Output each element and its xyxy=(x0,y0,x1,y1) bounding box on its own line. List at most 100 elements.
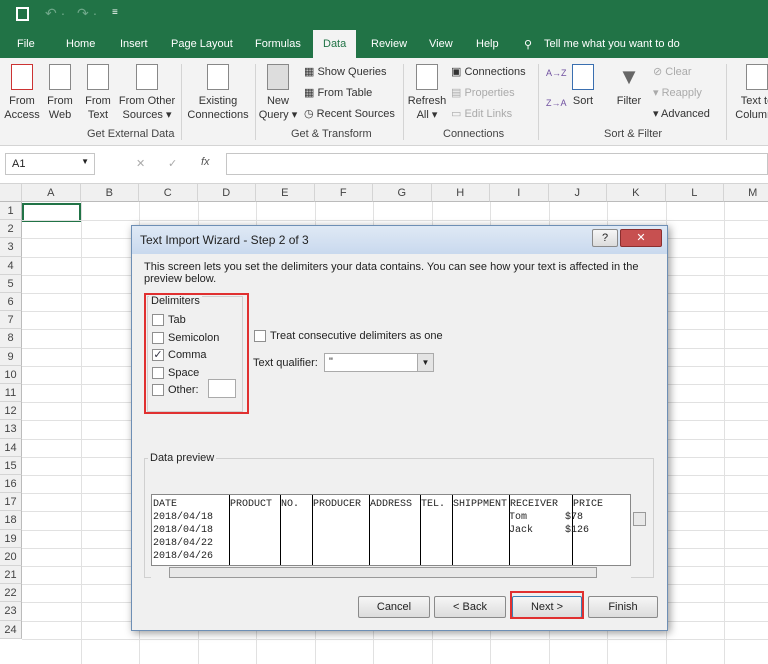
recent-sources-button[interactable]: ◷ Recent Sources xyxy=(304,107,395,120)
undo-icon[interactable]: ↶ · xyxy=(45,5,65,22)
insert-function-icon[interactable]: fx xyxy=(201,156,210,168)
row-header[interactable]: 2 xyxy=(0,220,22,239)
column-header[interactable]: H xyxy=(431,184,490,202)
row-header[interactable]: 15 xyxy=(0,456,22,475)
tab-home[interactable]: Home xyxy=(66,38,95,50)
consecutive-checkbox[interactable] xyxy=(254,330,266,342)
from-table-button[interactable]: ▦ From Table xyxy=(304,86,372,99)
reapply-button[interactable]: ▾ Reapply xyxy=(653,86,702,99)
tell-me-input[interactable]: Tell me what you want to do xyxy=(544,38,680,50)
from-web-button[interactable]: From Web xyxy=(44,64,76,122)
preview-horizontal-scrollbar[interactable] xyxy=(151,566,631,580)
chevron-down-icon[interactable]: ▼ xyxy=(417,354,433,371)
row-header[interactable]: 21 xyxy=(0,566,22,585)
row-header[interactable]: 4 xyxy=(0,256,22,275)
row-header[interactable]: 1 xyxy=(0,202,22,221)
sort-z-a-button[interactable]: Z→A xyxy=(546,98,567,108)
chevron-down-icon: ▼ xyxy=(81,157,89,166)
properties-button[interactable]: ▤ Properties xyxy=(451,86,515,99)
connections-button[interactable]: ▣ Connections xyxy=(451,65,526,78)
row-header[interactable]: 22 xyxy=(0,584,22,603)
row-header[interactable]: 6 xyxy=(0,293,22,312)
column-break[interactable] xyxy=(280,495,281,565)
tab-view[interactable]: View xyxy=(429,38,453,50)
tab-review[interactable]: Review xyxy=(371,38,407,50)
column-header[interactable]: K xyxy=(607,184,666,202)
redo-icon[interactable]: ↷ · xyxy=(77,5,97,22)
save-icon[interactable] xyxy=(16,7,29,21)
finish-button[interactable]: Finish xyxy=(588,596,658,618)
select-all[interactable] xyxy=(0,184,22,202)
row-header[interactable]: 8 xyxy=(0,329,22,348)
column-header[interactable]: F xyxy=(314,184,373,202)
row-header[interactable]: 17 xyxy=(0,493,22,512)
row-header[interactable]: 14 xyxy=(0,438,22,457)
row-header[interactable]: 7 xyxy=(0,311,22,330)
column-header[interactable]: M xyxy=(724,184,768,202)
column-header[interactable]: E xyxy=(256,184,315,202)
name-box[interactable]: A1 ▼ xyxy=(5,153,95,175)
column-header[interactable]: A xyxy=(22,184,81,202)
refresh-all-button[interactable]: Refresh All ▾ xyxy=(407,64,447,122)
existing-connections-button[interactable]: Existing Connections xyxy=(186,64,250,122)
column-header[interactable]: G xyxy=(373,184,432,202)
row-header[interactable]: 18 xyxy=(0,511,22,530)
column-header[interactable]: J xyxy=(548,184,607,202)
close-button[interactable]: ✕ xyxy=(620,229,662,247)
column-break[interactable] xyxy=(369,495,370,565)
clear-button[interactable]: ⊘ Clear xyxy=(653,65,692,78)
row-header[interactable]: 5 xyxy=(0,274,22,293)
cancel-button[interactable]: Cancel xyxy=(358,596,430,618)
tab-help[interactable]: Help xyxy=(476,38,499,50)
column-break[interactable] xyxy=(229,495,230,565)
sort-button[interactable]: Sort xyxy=(568,64,598,108)
intro-text: This screen lets you set the delimiters … xyxy=(144,261,639,285)
column-break[interactable] xyxy=(452,495,453,565)
scroll-thumb[interactable] xyxy=(169,567,597,578)
advanced-button[interactable]: ▾ Advanced xyxy=(653,107,710,120)
column-header[interactable]: B xyxy=(80,184,139,202)
row-header[interactable]: 13 xyxy=(0,420,22,439)
label: From Table xyxy=(317,87,373,99)
row-header[interactable]: 9 xyxy=(0,347,22,366)
from-text-button[interactable]: From Text xyxy=(82,64,114,122)
tab-data[interactable]: Data xyxy=(313,30,357,58)
new-query-button[interactable]: New Query ▾ xyxy=(258,64,298,122)
text-qualifier-select[interactable]: " ▼ xyxy=(324,353,434,372)
help-button[interactable]: ? xyxy=(592,229,618,247)
row-header[interactable]: 11 xyxy=(0,384,22,403)
tab-page-layout[interactable]: Page Layout xyxy=(171,38,233,50)
text-to-columns-button[interactable]: Text to Columns xyxy=(732,64,768,122)
column-header[interactable]: D xyxy=(197,184,256,202)
from-access-button[interactable]: From Access xyxy=(4,64,40,122)
sort-a-z-button[interactable]: A→Z xyxy=(546,68,567,78)
customize-icon[interactable]: ≡ xyxy=(112,7,118,18)
row-header[interactable]: 19 xyxy=(0,529,22,548)
formula-input[interactable] xyxy=(226,153,768,175)
enter-icon[interactable]: ✓ xyxy=(168,157,177,170)
column-header[interactable]: I xyxy=(490,184,549,202)
cancel-icon[interactable]: ✕ xyxy=(136,157,145,170)
row-header[interactable]: 20 xyxy=(0,547,22,566)
edit-links-button[interactable]: ▭ Edit Links xyxy=(451,107,512,120)
back-button[interactable]: < Back xyxy=(434,596,506,618)
row-header[interactable]: 10 xyxy=(0,365,22,384)
column-break[interactable] xyxy=(420,495,421,565)
row-header[interactable]: 23 xyxy=(0,602,22,621)
from-other-sources-button[interactable]: From Other Sources ▾ xyxy=(116,64,178,122)
filter-button[interactable]: ▼ Filter xyxy=(612,64,646,108)
tab-file[interactable]: File xyxy=(17,38,35,50)
column-break[interactable] xyxy=(312,495,313,565)
scroll-thumb[interactable] xyxy=(633,512,646,526)
preview-vertical-scrollbar[interactable] xyxy=(631,494,648,566)
row-header[interactable]: 16 xyxy=(0,475,22,494)
active-cell[interactable] xyxy=(22,203,81,222)
tab-formulas[interactable]: Formulas xyxy=(255,38,301,50)
column-header[interactable]: C xyxy=(139,184,198,202)
show-queries-button[interactable]: ▦ Show Queries xyxy=(304,65,387,78)
column-header[interactable]: L xyxy=(665,184,724,202)
row-header[interactable]: 3 xyxy=(0,238,22,257)
tab-insert[interactable]: Insert xyxy=(120,38,148,50)
row-header[interactable]: 12 xyxy=(0,402,22,421)
row-header[interactable]: 24 xyxy=(0,620,22,639)
